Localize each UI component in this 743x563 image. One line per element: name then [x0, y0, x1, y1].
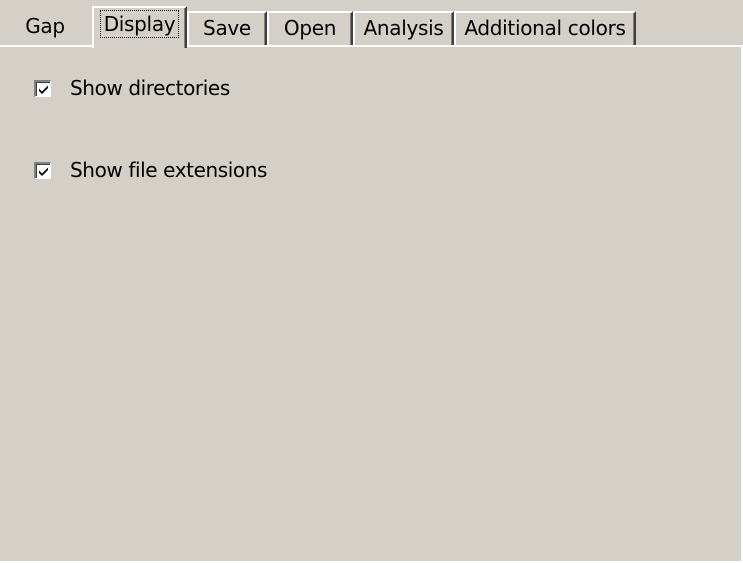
show-file-extensions-checkbox[interactable]: [34, 161, 51, 179]
checkmark-icon: [39, 167, 48, 176]
tab-strip: Gap Display Save Open Analysis Additiona…: [0, 0, 743, 48]
show-file-extensions-option[interactable]: Show file extensions: [34, 157, 267, 183]
tab-analysis[interactable]: Analysis: [353, 11, 454, 45]
tab-analysis-label: Analysis: [363, 16, 444, 40]
tab-additional-colors-label: Additional colors: [464, 16, 626, 40]
preferences-window: Gap Display Save Open Analysis Additiona…: [0, 0, 743, 563]
display-tab-page: Show directories Show file extensions: [0, 47, 743, 563]
tab-additional-colors[interactable]: Additional colors: [454, 11, 636, 45]
tab-display-label: Display: [99, 10, 180, 38]
show-file-extensions-label: Show file extensions: [70, 158, 268, 182]
tab-open-label: Open: [283, 16, 337, 40]
tab-gap-label: Gap: [25, 14, 65, 38]
show-directories-checkbox[interactable]: [34, 79, 51, 97]
tab-gap[interactable]: Gap: [2, 11, 88, 45]
tab-display[interactable]: Display: [92, 6, 187, 48]
tab-open[interactable]: Open: [267, 11, 353, 45]
tab-save-label: Save: [203, 16, 251, 40]
tab-save[interactable]: Save: [187, 11, 267, 45]
show-directories-label: Show directories: [70, 76, 230, 100]
checkmark-icon: [39, 85, 48, 94]
show-directories-option[interactable]: Show directories: [34, 75, 230, 101]
